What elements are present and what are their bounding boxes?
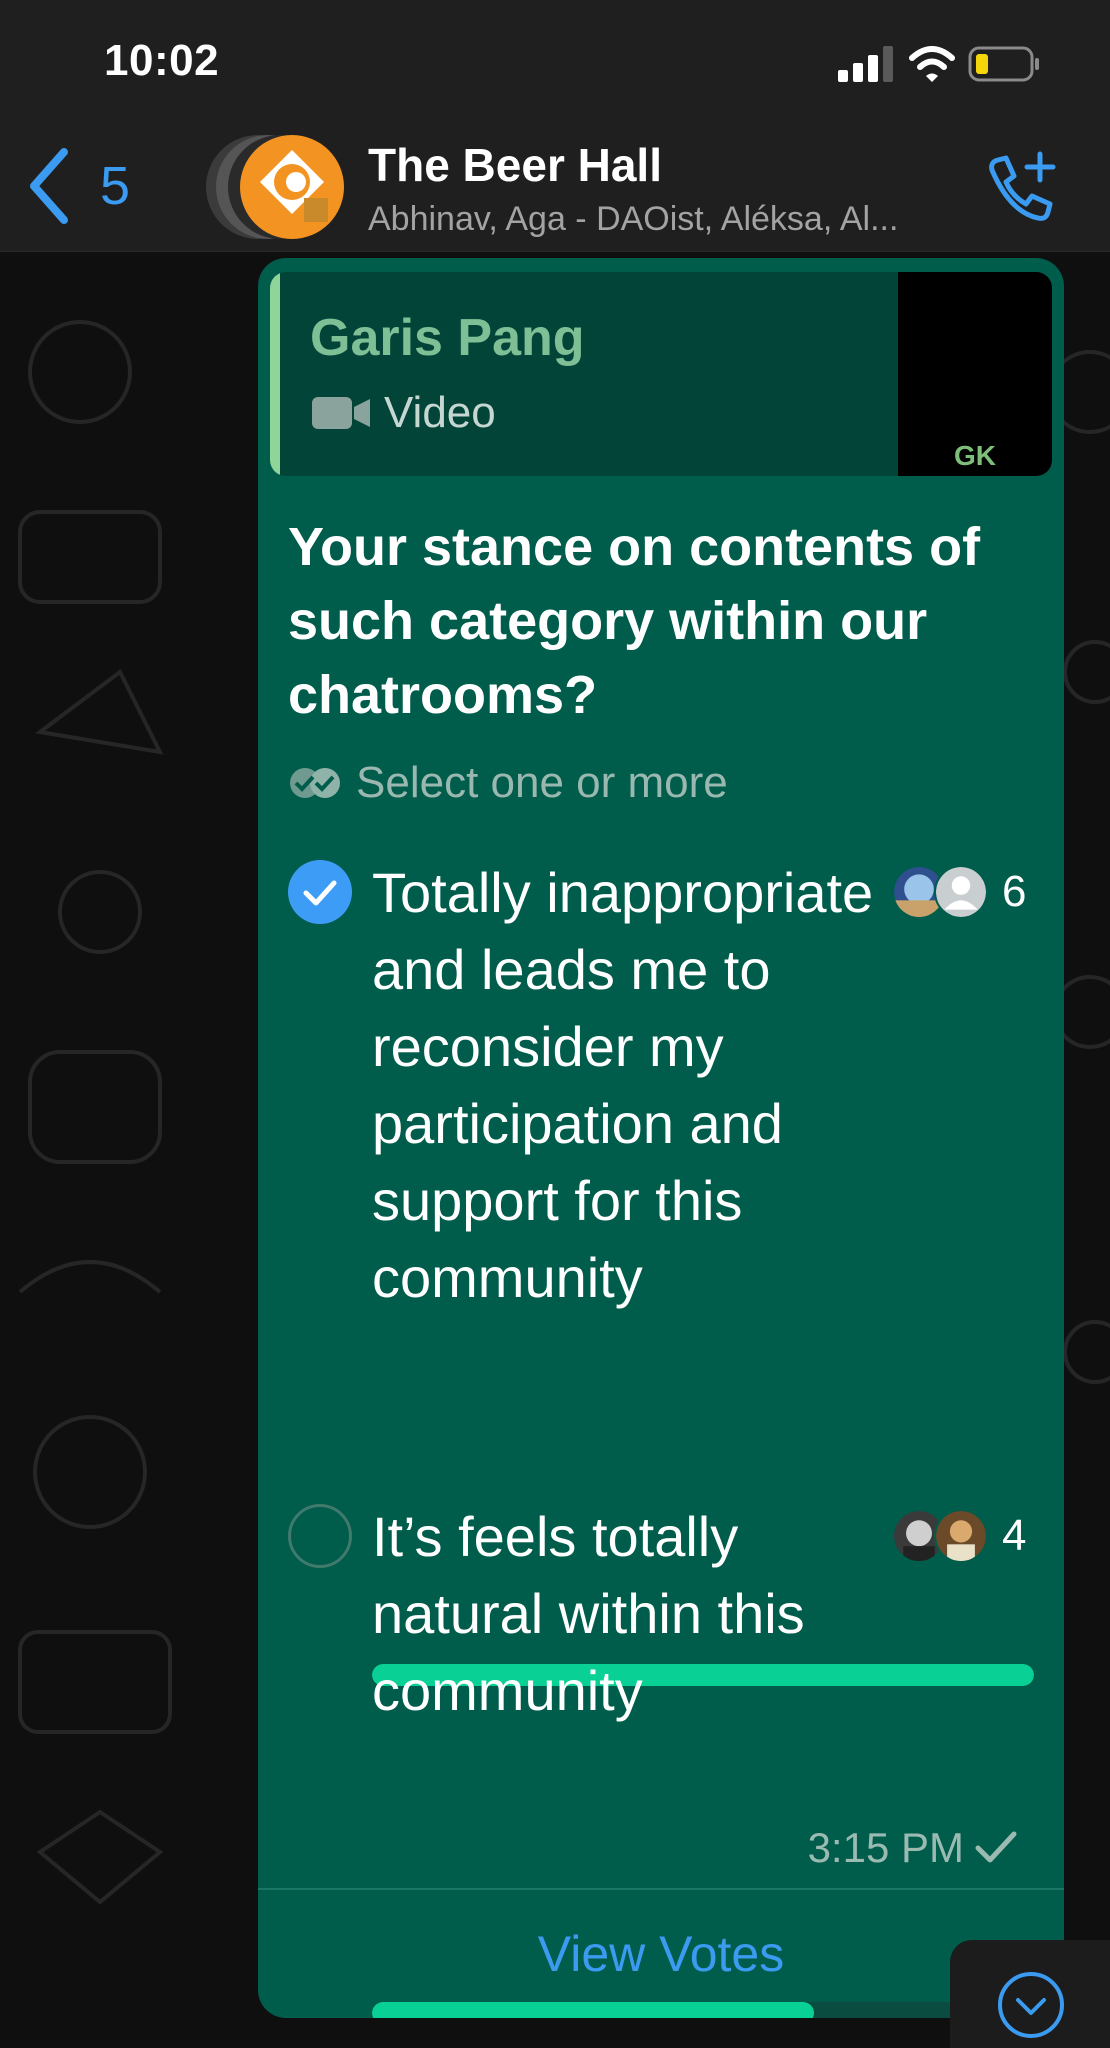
quoted-message[interactable]: Garis Pang Video GK — [270, 272, 1052, 476]
chat-title: The Beer Hall — [368, 139, 662, 191]
sent-check-icon — [975, 1831, 1017, 1863]
chevron-down-circle-icon — [998, 1972, 1064, 2038]
vote-count: 4 — [1002, 1511, 1027, 1560]
quote-author: Garis Pang — [310, 309, 585, 367]
unread-count: 5 — [100, 156, 131, 216]
option-checkbox-checked[interactable] — [288, 860, 352, 924]
status-bar: 10:02 — [0, 0, 1110, 120]
chevron-left-icon — [30, 148, 68, 224]
view-votes-button[interactable]: View Votes — [258, 1890, 1064, 2018]
option-label: Totally inappropriate and leads me to re… — [372, 861, 874, 1309]
checkmark-icon — [303, 880, 337, 906]
voter-avatars[interactable]: 6 — [892, 864, 1026, 920]
poll-hint-label: Select one or more — [356, 758, 728, 807]
poll-hint: Select one or more — [288, 758, 728, 808]
message-timestamp: 3:15 PM — [808, 1824, 1018, 1872]
cellular-signal-icon — [838, 46, 893, 82]
quote-type: Video — [310, 388, 496, 438]
vote-count: 6 — [1002, 867, 1027, 916]
poll-message-bubble: Garis Pang Video GK Your stance on conte… — [258, 258, 1064, 2018]
double-check-icon — [290, 768, 340, 798]
chat-header: 5 The Beer Hall Abhinav, Aga - DAOist, A… — [0, 120, 1110, 252]
video-thumbnail: GK — [898, 272, 1052, 476]
quote-type-label: Video — [384, 388, 496, 437]
option-checkbox-unchecked[interactable] — [288, 1504, 352, 1568]
scroll-to-bottom-button[interactable] — [950, 1940, 1110, 2048]
poll-question: Your stance on contents of such category… — [288, 517, 981, 725]
battery-icon — [968, 46, 1039, 82]
video-icon — [312, 397, 370, 429]
quote-accent-bar — [270, 272, 280, 476]
chat-title-block[interactable]: The Beer Hall Abhinav, Aga - DAOist, Alé… — [368, 138, 898, 239]
voter-avatars[interactable]: 4 — [892, 1508, 1026, 1564]
add-call-icon[interactable] — [980, 150, 1060, 230]
voter-avatar — [934, 1509, 988, 1563]
chat-members: Abhinav, Aga - DAOist, Aléksa, Al... — [368, 200, 899, 238]
back-button[interactable]: 5 — [24, 146, 130, 226]
message-time: 3:15 PM — [807, 1824, 964, 1871]
wifi-icon — [909, 46, 955, 82]
thumbnail-logo: GK — [954, 440, 996, 471]
option-label: It’s feels totally natural within this c… — [372, 1505, 805, 1722]
status-time: 10:02 — [104, 36, 220, 85]
voter-avatar — [934, 865, 988, 919]
group-avatar[interactable] — [200, 132, 346, 242]
